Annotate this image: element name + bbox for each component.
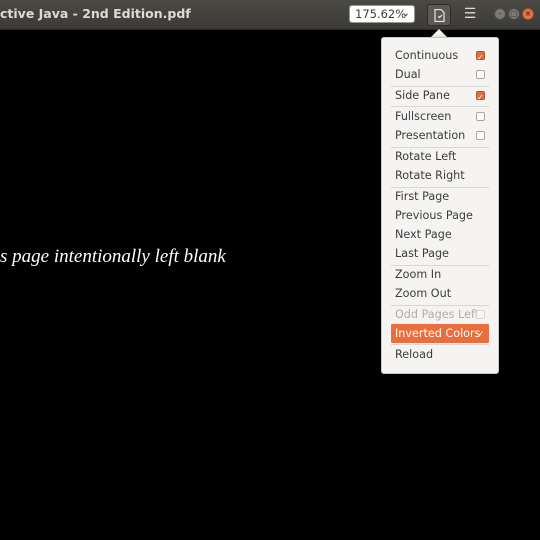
header-bar: ctive Java - 2nd Edition.pdf 175.62% ⌄ ☰… bbox=[0, 0, 540, 30]
menu-item-label: Presentation bbox=[395, 129, 466, 142]
menu-item-fullscreen[interactable]: Fullscreen bbox=[391, 107, 489, 126]
checkbox-unchecked-icon[interactable] bbox=[476, 131, 485, 140]
minimize-icon: – bbox=[498, 9, 502, 18]
zoom-select[interactable]: 175.62% ⌄ bbox=[349, 5, 415, 23]
checkbox-checked-icon[interactable] bbox=[476, 48, 485, 67]
checkbox-unchecked-icon[interactable] bbox=[476, 70, 485, 79]
minimize-button[interactable]: – bbox=[494, 8, 506, 20]
hamburger-menu-button[interactable]: ☰ bbox=[461, 5, 479, 23]
menu-icon: ☰ bbox=[463, 6, 477, 22]
menu-item-label: Rotate Left bbox=[395, 150, 457, 163]
menu-item-rotate-left[interactable]: Rotate Left bbox=[391, 147, 489, 166]
window-title: ctive Java - 2nd Edition.pdf bbox=[0, 6, 191, 21]
menu-item-label: Fullscreen bbox=[395, 110, 452, 123]
maximize-button[interactable]: □ bbox=[508, 8, 520, 20]
menu-item-label: Side Pane bbox=[395, 89, 450, 102]
popover-arrow bbox=[431, 29, 447, 37]
checkbox-unchecked-icon[interactable] bbox=[476, 112, 485, 121]
menu-item-label: Zoom In bbox=[395, 268, 442, 281]
close-icon: × bbox=[524, 9, 532, 18]
menu-item-label: Last Page bbox=[395, 247, 449, 260]
menu-item-first-page[interactable]: First Page bbox=[391, 187, 489, 206]
menu-item-side-pane[interactable]: Side Pane bbox=[391, 86, 489, 107]
menu-item-label: Odd Pages Left bbox=[395, 308, 480, 321]
close-button[interactable]: × bbox=[522, 8, 534, 20]
document-icon bbox=[434, 9, 445, 22]
menu-item-dual[interactable]: Dual bbox=[391, 65, 489, 84]
menu-item-continuous[interactable]: Continuous bbox=[391, 46, 489, 67]
menu-item-label: Next Page bbox=[395, 228, 452, 241]
menu-item-reload[interactable]: Reload bbox=[391, 345, 489, 364]
menu-item-inverted-colors[interactable]: Inverted Colors bbox=[391, 324, 489, 345]
menu-item-label: First Page bbox=[395, 190, 450, 203]
menu-item-label: Rotate Right bbox=[395, 169, 465, 182]
view-options-button[interactable] bbox=[427, 4, 451, 26]
menu-item-label: Zoom Out bbox=[395, 287, 452, 300]
page-text: s page intentionally left blank bbox=[0, 246, 226, 267]
chevron-down-icon: ⌄ bbox=[401, 8, 410, 19]
zoom-value: 175.62% bbox=[355, 7, 407, 21]
menu-item-previous-page[interactable]: Previous Page bbox=[391, 206, 489, 225]
menu-item-presentation[interactable]: Presentation bbox=[391, 126, 489, 145]
menu-item-label: Continuous bbox=[395, 49, 459, 62]
menu-item-label: Previous Page bbox=[395, 209, 473, 222]
menu-item-label: Dual bbox=[395, 68, 421, 81]
menu-item-label: Reload bbox=[395, 348, 434, 361]
menu-item-zoom-out[interactable]: Zoom Out bbox=[391, 284, 489, 303]
menu-item-last-page[interactable]: Last Page bbox=[391, 244, 489, 263]
view-options-menu: Continuous Dual Side Pane Fullscreen Pre… bbox=[381, 37, 499, 374]
maximize-icon: □ bbox=[510, 9, 518, 18]
menu-item-rotate-right[interactable]: Rotate Right bbox=[391, 166, 489, 185]
menu-item-odd-pages-left: Odd Pages Left bbox=[391, 305, 489, 324]
menu-item-next-page[interactable]: Next Page bbox=[391, 225, 489, 244]
checkmark-icon[interactable] bbox=[476, 326, 485, 345]
checkbox-disabled-icon bbox=[476, 310, 485, 319]
menu-item-zoom-in[interactable]: Zoom In bbox=[391, 265, 489, 284]
checkbox-checked-icon[interactable] bbox=[476, 88, 485, 107]
menu-item-label: Inverted Colors bbox=[395, 327, 481, 340]
